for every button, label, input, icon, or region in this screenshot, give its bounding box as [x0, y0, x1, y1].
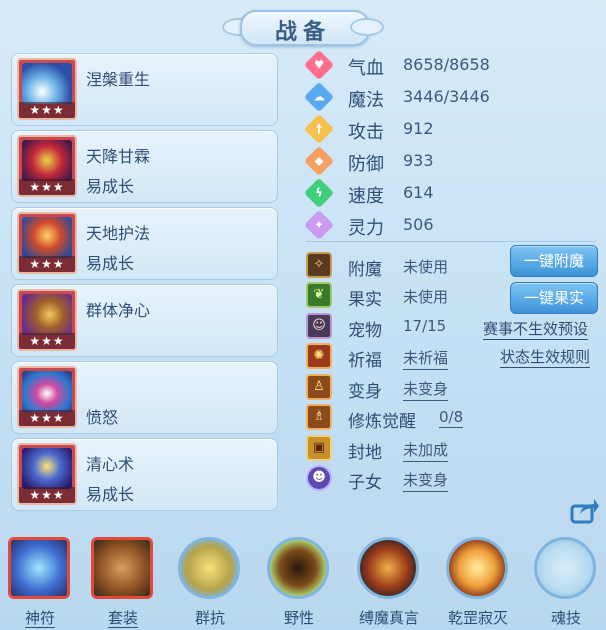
stat-hp: ♥ 气血 8658/8658 — [303, 49, 490, 81]
stat-mp: ☁ 魔法 3446/3446 — [303, 81, 490, 113]
preset-link[interactable]: 赛事不生效预设 — [483, 318, 589, 340]
tab-soul-skill[interactable]: 魂技 — [530, 535, 602, 630]
soul-skill-icon — [534, 537, 596, 599]
stat-spirit: ✦ 灵力 506 — [303, 209, 486, 241]
cultivation-icon: ♗ — [306, 404, 332, 430]
child-icon: ☻ — [306, 465, 332, 491]
enchant-icon: ✧ — [306, 252, 332, 278]
skill-name: 天地护法 — [86, 224, 151, 243]
tab-rune[interactable]: 神符 — [4, 535, 76, 630]
pet-icon: ☺ — [306, 313, 332, 339]
skill-name: 群体净心 — [86, 301, 151, 320]
skill-card-6[interactable]: ★★★ 清心术 易成长 — [11, 438, 278, 511]
skill-card-4[interactable]: ★★★ 群体净心 — [11, 284, 278, 357]
lightning-icon: ϟ — [303, 177, 335, 209]
annihilation-icon — [446, 537, 508, 599]
divider — [306, 241, 596, 242]
tab-binding-spell[interactable]: 缚魔真言 — [353, 535, 425, 630]
stat-speed: ϟ 速度 614 — [303, 177, 486, 209]
skill-card-3[interactable]: ★★★ 天地护法 易成长 — [11, 207, 278, 280]
one-click-fruit-button[interactable]: 一键果实 — [510, 282, 598, 314]
skill-sub: 易成长 — [86, 254, 135, 273]
transform-icon: ♙ — [306, 374, 332, 400]
battle-prep-panel: 战备 ★★★ 涅槃重生 ★★★ 天降甘霖 易成长 ★★★ 天地护法 易成长 ★★… — [0, 0, 606, 630]
dragon-mask-icon: ★★★ — [17, 135, 77, 197]
skill-card-5[interactable]: ★★★ 愤怒 — [11, 361, 278, 434]
skill-card-2[interactable]: ★★★ 天降甘霖 易成长 — [11, 130, 278, 203]
stat-attack: † 攻击 912 — [303, 113, 486, 145]
spirit-icon: ✦ — [303, 209, 335, 241]
skill-card-1[interactable]: ★★★ 涅槃重生 — [11, 53, 278, 126]
shield-icon: ◆ — [303, 145, 335, 177]
page-title: 战备 — [274, 20, 331, 45]
tab-annihilation[interactable]: 乾罡寂灭 — [442, 535, 514, 630]
skill-name: 清心术 — [86, 455, 135, 474]
tab-armor-set[interactable]: 套装 — [87, 535, 159, 630]
skill-name: 涅槃重生 — [86, 70, 151, 89]
skill-sub: 愤怒 — [86, 408, 119, 427]
group-resist-icon — [178, 537, 240, 599]
blessing-icon: ✺ — [306, 343, 332, 369]
cloud-icon: ☁ — [303, 81, 335, 113]
share-icon[interactable] — [570, 498, 600, 524]
fan-icon: ★★★ — [17, 58, 77, 120]
guardian-icon: ★★★ — [17, 212, 77, 274]
title-plate: 战备 — [222, 6, 384, 46]
serpent-icon: ★★★ — [17, 289, 77, 351]
wizard-icon: ★★★ — [17, 443, 77, 505]
skill-sub: 易成长 — [86, 485, 135, 504]
tab-wild[interactable]: 野性 — [263, 535, 335, 630]
sword-icon: † — [303, 113, 335, 145]
tab-group-resist[interactable]: 群抗 — [174, 535, 246, 630]
armor-set-icon — [91, 537, 153, 599]
skill-sub: 易成长 — [86, 177, 135, 196]
rules-link[interactable]: 状态生效规则 — [500, 346, 591, 368]
skill-name: 天降甘霖 — [86, 147, 151, 166]
stat-defense: ◆ 防御 933 — [303, 145, 486, 177]
one-click-enchant-button[interactable]: 一键附魔 — [510, 245, 598, 277]
fief-icon: ▣ — [306, 435, 332, 461]
wild-icon — [267, 537, 329, 599]
fruit-icon: ❦ — [306, 282, 332, 308]
eye-icon: ★★★ — [17, 366, 77, 428]
binding-spell-icon — [357, 537, 419, 599]
heart-icon: ♥ — [303, 49, 335, 81]
rune-icon — [8, 537, 70, 599]
